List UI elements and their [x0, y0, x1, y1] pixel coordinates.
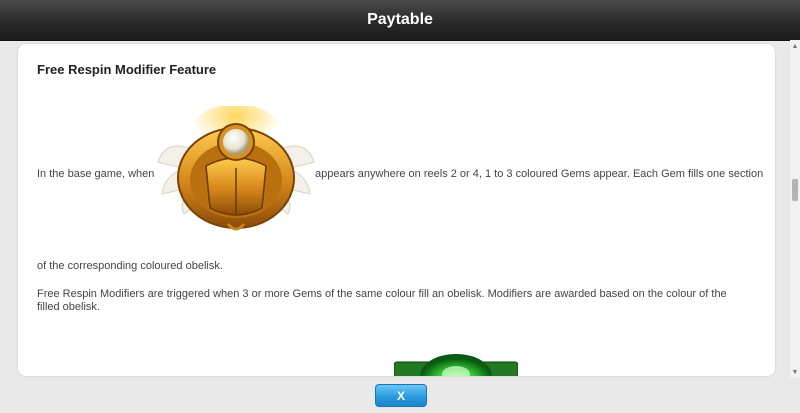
vertical-scrollbar[interactable]: ▲ ▼	[790, 40, 800, 380]
paytable-header: Paytable	[0, 0, 800, 41]
scroll-down-arrow-icon[interactable]: ▼	[790, 368, 800, 378]
modifier-description: Free Respin Modifiers are triggered when…	[37, 288, 727, 313]
feature-text-suffix: appears anywhere on reels 2 or 4, 1 to 3…	[315, 168, 764, 180]
feature-text-continuation: of the corresponding coloured obelisk.	[37, 260, 223, 272]
scroll-up-arrow-icon[interactable]: ▲	[790, 42, 800, 52]
green-gem-icon	[394, 354, 518, 376]
section-title: Free Respin Modifier Feature	[37, 62, 217, 77]
scrollbar-thumb[interactable]	[792, 179, 798, 201]
paytable-content-panel[interactable]: Free Respin Modifier Feature In the base…	[18, 44, 775, 376]
close-button[interactable]: X	[375, 384, 427, 407]
golden-scarab-icon	[157, 106, 315, 231]
footer-bar: X	[0, 378, 800, 413]
feature-text-prefix: In the base game, when	[37, 168, 155, 180]
page-title: Paytable	[367, 11, 433, 28]
